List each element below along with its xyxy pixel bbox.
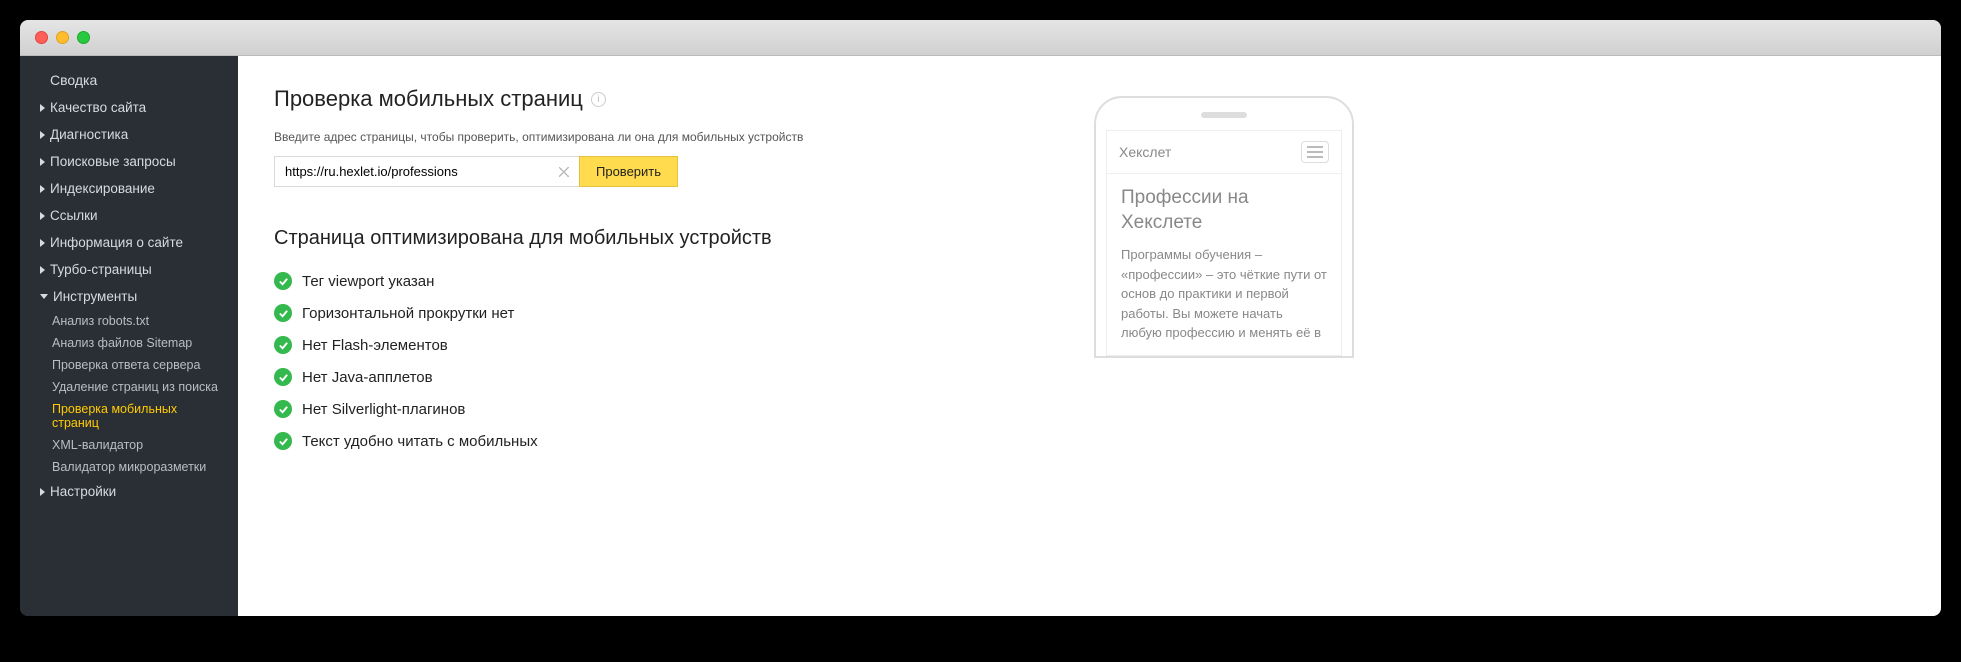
check-ok-icon: [274, 272, 292, 290]
sidebar-item-site-info[interactable]: Информация о сайте: [20, 229, 230, 256]
minimize-window-button[interactable]: [56, 31, 69, 44]
sidebar-item-label: Индексирование: [50, 181, 155, 196]
check-label: Нет Flash-элементов: [302, 337, 448, 354]
sidebar-sub-label: Проверка ответа сервера: [52, 358, 200, 372]
check-item: Нет Flash-элементов: [274, 336, 1054, 354]
hamburger-icon: [1301, 141, 1329, 163]
preview-body: Профессии на Хекслете Программы обучения…: [1107, 174, 1341, 355]
check-ok-icon: [274, 336, 292, 354]
sidebar-item-label: Информация о сайте: [50, 235, 183, 250]
sidebar-item-label: Турбо-страницы: [50, 262, 152, 277]
preview-paragraph: Программы обучения – «профессии» – это ч…: [1121, 245, 1327, 343]
sidebar-item-label: Сводка: [50, 72, 97, 88]
sidebar-item-settings[interactable]: Настройки: [20, 478, 230, 505]
sidebar-item-search-queries[interactable]: Поисковые запросы: [20, 148, 230, 175]
sidebar-sub-robots[interactable]: Анализ robots.txt: [20, 310, 230, 332]
sidebar-sub-remove-pages[interactable]: Удаление страниц из поиска: [20, 376, 230, 398]
check-label: Тег viewport указан: [302, 273, 434, 290]
sidebar-sub-microdata[interactable]: Валидатор микроразметки: [20, 456, 230, 478]
sidebar-sub-label: Проверка мобильных страниц: [52, 402, 177, 430]
sidebar-sub-label: Валидатор микроразметки: [52, 460, 206, 474]
sidebar-item-label: Ссылки: [50, 208, 98, 223]
mobile-preview: Хекслет Профессии на Хекслете Программы …: [1094, 96, 1354, 358]
phone-speaker-icon: [1201, 112, 1247, 118]
app-body: Сводка Качество сайта Диагностика Поиско…: [20, 56, 1941, 616]
sidebar-item-label: Диагностика: [50, 127, 128, 142]
phone-screen: Хекслет Профессии на Хекслете Программы …: [1106, 130, 1342, 356]
sidebar-item-tools[interactable]: Инструменты: [20, 283, 230, 310]
main-column: Проверка мобильных страниц i Введите адр…: [274, 86, 1054, 586]
chevron-right-icon: [40, 104, 45, 112]
chevron-right-icon: [40, 158, 45, 166]
sidebar-item-indexing[interactable]: Индексирование: [20, 175, 230, 202]
check-ok-icon: [274, 400, 292, 418]
preview-navbar: Хекслет: [1107, 131, 1341, 174]
check-item: Горизонтальной прокрутки нет: [274, 304, 1054, 322]
check-item: Текст удобно читать с мобильных: [274, 432, 1054, 450]
sidebar-sub-label: XML-валидатор: [52, 438, 143, 452]
sidebar-sub-label: Анализ файлов Sitemap: [52, 336, 192, 350]
check-ok-icon: [274, 304, 292, 322]
check-label: Нет Java-апплетов: [302, 369, 433, 386]
check-button[interactable]: Проверить: [579, 156, 678, 187]
sidebar-sub-label: Анализ robots.txt: [52, 314, 149, 328]
content-wrap: Проверка мобильных страниц i Введите адр…: [230, 56, 1941, 616]
check-ok-icon: [274, 432, 292, 450]
preview-brand: Хекслет: [1119, 144, 1171, 160]
chevron-right-icon: [40, 212, 45, 220]
chevron-right-icon: [40, 488, 45, 496]
sidebar-sub-sitemap[interactable]: Анализ файлов Sitemap: [20, 332, 230, 354]
sidebar-item-label: Качество сайта: [50, 100, 146, 115]
url-input-row: Проверить: [274, 156, 1054, 187]
close-window-button[interactable]: [35, 31, 48, 44]
chevron-right-icon: [40, 239, 45, 247]
sidebar-item-links[interactable]: Ссылки: [20, 202, 230, 229]
chevron-right-icon: [40, 266, 45, 274]
check-label: Нет Silverlight-плагинов: [302, 401, 465, 418]
info-icon[interactable]: i: [591, 92, 606, 107]
sidebar-item-quality[interactable]: Качество сайта: [20, 94, 230, 121]
content: Проверка мобильных страниц i Введите адр…: [238, 56, 1941, 616]
check-label: Текст удобно читать с мобильных: [302, 433, 538, 450]
check-ok-icon: [274, 368, 292, 386]
url-input[interactable]: [274, 156, 579, 187]
result-title: Страница оптимизирована для мобильных ус…: [274, 227, 1054, 250]
app-window: Сводка Качество сайта Диагностика Поиско…: [20, 20, 1941, 616]
sidebar-item-label: Поисковые запросы: [50, 154, 176, 169]
check-item: Нет Java-апплетов: [274, 368, 1054, 386]
chevron-right-icon: [40, 131, 45, 139]
sidebar-sub-response[interactable]: Проверка ответа сервера: [20, 354, 230, 376]
input-hint: Введите адрес страницы, чтобы проверить,…: [274, 130, 1054, 144]
sidebar-item-summary[interactable]: Сводка: [20, 66, 230, 94]
sidebar-sub-label: Удаление страниц из поиска: [52, 380, 218, 394]
sidebar: Сводка Качество сайта Диагностика Поиско…: [20, 56, 230, 616]
sidebar-item-turbo[interactable]: Турбо-страницы: [20, 256, 230, 283]
preview-heading: Профессии на Хекслете: [1121, 186, 1327, 235]
page-title: Проверка мобильных страниц i: [274, 86, 1054, 112]
sidebar-item-diagnostics[interactable]: Диагностика: [20, 121, 230, 148]
check-item: Тег viewport указан: [274, 272, 1054, 290]
chevron-down-icon: [40, 294, 48, 299]
sidebar-item-label: Инструменты: [53, 289, 137, 304]
chevron-right-icon: [40, 185, 45, 193]
check-item: Нет Silverlight-плагинов: [274, 400, 1054, 418]
check-label: Горизонтальной прокрутки нет: [302, 305, 514, 322]
window-titlebar: [20, 20, 1941, 56]
sidebar-sub-xml-validator[interactable]: XML-валидатор: [20, 434, 230, 456]
sidebar-sub-mobile-check[interactable]: Проверка мобильных страниц: [20, 398, 230, 434]
sidebar-item-label: Настройки: [50, 484, 116, 499]
maximize-window-button[interactable]: [77, 31, 90, 44]
